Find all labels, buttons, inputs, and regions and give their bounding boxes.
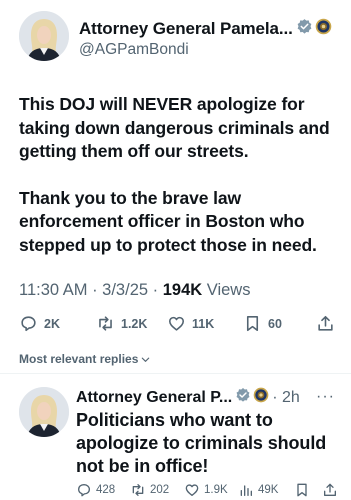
replies-filter-dropdown[interactable]: Most relevant replies <box>19 352 151 366</box>
views-label: Views <box>202 281 251 299</box>
share-button[interactable] <box>316 314 341 333</box>
views-count: 49K <box>258 484 279 496</box>
share-button[interactable] <box>322 482 342 498</box>
views-count: 194K <box>162 281 203 299</box>
tweet-time[interactable]: 11:30 AM <box>19 281 88 299</box>
views-icon <box>240 485 252 496</box>
repost-count: 202 <box>150 484 170 496</box>
author-handle[interactable]: @AGPamBondi <box>79 41 189 59</box>
like-count: 1.9K <box>204 484 228 496</box>
tweet-paragraph: This DOJ will NEVER apologize for taking… <box>19 94 330 161</box>
author-name-row: Attorney General Pamela... <box>79 18 332 40</box>
share-icon <box>324 483 336 496</box>
bookmark-icon <box>297 483 307 497</box>
meta-separator: · <box>148 281 163 299</box>
like-icon <box>185 484 199 496</box>
bookmark-count: 60 <box>268 316 282 331</box>
reply-button[interactable]: 428 <box>76 482 115 498</box>
reply-author-name[interactable]: Attorney General P... <box>76 389 232 407</box>
avatar-image <box>19 387 69 437</box>
share-icon <box>318 315 333 331</box>
reply-name-row: Attorney General P... · 2h <box>76 387 300 408</box>
reply-count: 428 <box>96 484 116 496</box>
verified-badge-icon <box>235 387 251 408</box>
doj-seal-icon <box>253 387 269 408</box>
like-button[interactable]: 11K <box>167 314 214 333</box>
reply-text: Politicians who want to apologize to cri… <box>76 410 327 476</box>
replies-filter-label: Most relevant replies <box>19 352 139 366</box>
tweet-paragraph: Thank you to the brave law enforcement o… <box>19 187 317 255</box>
bookmark-icon <box>246 315 259 332</box>
reply-tweet[interactable]: Attorney General P... · 2h ··· Politicia… <box>0 374 351 500</box>
more-icon[interactable]: ··· <box>316 388 335 406</box>
author-avatar[interactable] <box>19 11 69 61</box>
reply-icon <box>78 484 90 497</box>
bookmark-button[interactable] <box>294 482 314 498</box>
repost-count: 1.2K <box>121 316 148 331</box>
meta-separator: · <box>87 281 103 299</box>
tweet-meta: 11:30 AM · 3/3/25 · 194K Views <box>19 281 250 300</box>
verified-badge-icon <box>296 18 313 40</box>
views-button[interactable]: 49K <box>238 482 278 498</box>
like-button[interactable]: 1.9K <box>184 482 228 498</box>
main-tweet: Attorney General Pamela... @AGPamBondi T… <box>0 0 351 366</box>
reply-icon <box>21 316 36 332</box>
author-name[interactable]: Attorney General Pamela... <box>79 19 293 39</box>
reply-button[interactable]: 2K <box>19 314 60 333</box>
reply-count: 2K <box>44 316 60 331</box>
repost-button[interactable]: 1.2K <box>96 314 147 333</box>
bookmark-button[interactable]: 60 <box>243 314 282 333</box>
tweet-date[interactable]: 3/3/25 <box>102 281 148 299</box>
like-count: 11K <box>192 316 215 331</box>
reply-time[interactable]: · 2h <box>272 389 300 407</box>
chevron-down-icon <box>142 357 150 362</box>
avatar-image <box>19 11 69 61</box>
repost-button[interactable]: 202 <box>130 482 169 498</box>
tweet-text: This DOJ will NEVER apologize for taking… <box>19 93 339 257</box>
reply-author-avatar[interactable] <box>19 387 69 437</box>
reply-actions: 428 202 1.9K 49K <box>76 482 346 500</box>
tweet-actions: 2K 1.2K 11K 60 <box>19 314 337 334</box>
repost-icon <box>132 484 144 496</box>
repost-icon <box>99 316 112 331</box>
doj-seal-icon <box>315 18 332 40</box>
like-icon <box>168 316 185 331</box>
